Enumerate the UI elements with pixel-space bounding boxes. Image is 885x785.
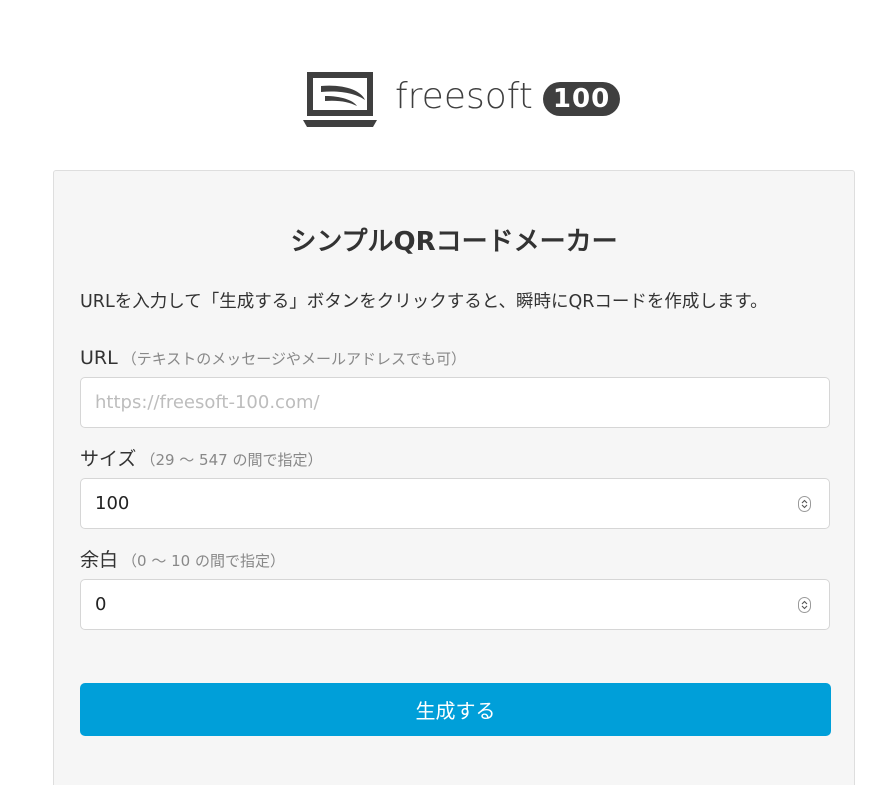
qr-maker-card: シンプルQRコードメーカー URLを入力して「生成する」ボタンをクリックすると、… [53, 170, 855, 785]
stepper-arrows-icon [801, 499, 808, 509]
page-title: シンプルQRコードメーカー [290, 227, 618, 257]
margin-label-text: 余白 [80, 549, 119, 571]
url-input[interactable] [81, 378, 829, 427]
logo-wordmark: freesoft [395, 76, 533, 117]
size-label-hint: （29 〜 547 の間で指定） [140, 451, 323, 469]
margin-input-box [80, 579, 830, 630]
url-input-box [80, 377, 830, 428]
margin-field-label: 余白 （0 〜 10 の間で指定） [80, 549, 285, 572]
laptop-logo-icon [303, 72, 377, 127]
description-text: URLを入力して「生成する」ボタンをクリックすると、瞬時にQRコードを作成します… [80, 292, 768, 312]
size-input-box [80, 478, 830, 529]
size-input[interactable] [81, 479, 829, 528]
margin-stepper[interactable] [798, 597, 811, 613]
logo-badge: 100 [542, 82, 621, 116]
url-field-label: URL （テキストのメッセージやメールアドレスでも可） [80, 347, 466, 370]
url-label-text: URL [80, 347, 118, 369]
stepper-arrows-icon [801, 600, 808, 610]
page: freesoft 100 シンプルQRコードメーカー URLを入力して「生成する… [0, 0, 885, 785]
url-label-hint: （テキストのメッセージやメールアドレスでも可） [121, 350, 466, 368]
site-logo[interactable]: freesoft 100 [303, 70, 621, 128]
margin-input[interactable] [81, 580, 829, 629]
size-stepper[interactable] [798, 496, 811, 512]
generate-button[interactable]: 生成する [80, 683, 831, 736]
size-label-text: サイズ [80, 448, 137, 470]
size-field-label: サイズ （29 〜 547 の間で指定） [80, 448, 322, 471]
margin-label-hint: （0 〜 10 の間で指定） [122, 552, 285, 570]
